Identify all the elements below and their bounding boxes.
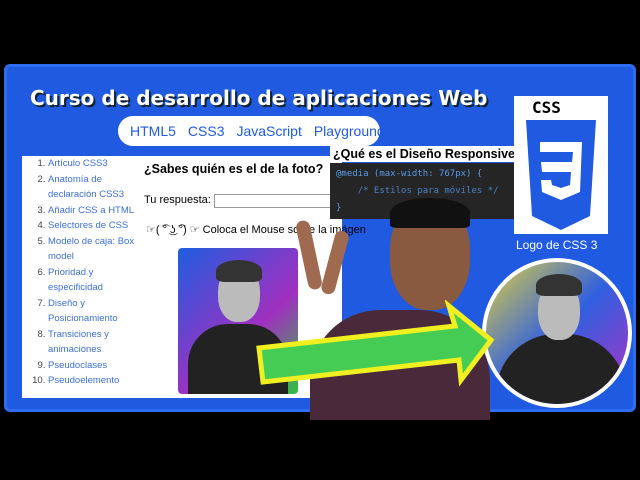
code-line: @media (max-width: 767px) { (336, 169, 483, 179)
arrow-icon (256, 300, 495, 387)
sidebar-link[interactable]: Artículo CSS3 (48, 158, 108, 169)
logo-caption: Logo de CSS 3 (516, 238, 598, 252)
portrait-circle (482, 258, 632, 408)
sidebar-link[interactable]: Pseudoelemento (48, 375, 119, 386)
sidebar-link[interactable]: Añadir CSS a HTML (48, 205, 134, 216)
nav-html5[interactable]: HTML5 (130, 123, 176, 139)
answer-label: Tu respuesta: (144, 194, 211, 206)
page-title: Curso de desarrollo de aplicaciones Web (30, 86, 488, 110)
css3-shield-icon (526, 120, 596, 230)
sidebar-link[interactable]: Selectores de CSS (48, 220, 128, 231)
sidebar-link[interactable]: Prioridad y especificidad (48, 267, 103, 294)
sidebar-link[interactable]: Modelo de caja: Box model (48, 236, 134, 263)
sidebar: Artículo CSS3 Anatomía de declaración CS… (22, 156, 142, 398)
top-nav: HTML5 CSS3 JavaScript Playground (118, 116, 385, 146)
sidebar-link[interactable]: Diseño y Posicionamiento (48, 298, 118, 325)
question-heading: ¿Sabes quién es el de la foto? (144, 162, 324, 176)
responsive-title: ¿Qué es el Diseño Responsive? (330, 146, 532, 162)
nav-css3[interactable]: CSS3 (188, 123, 225, 139)
nav-javascript[interactable]: JavaScript (236, 123, 301, 139)
nav-playground[interactable]: Playground (314, 123, 385, 139)
sidebar-link[interactable]: Transiciones y animaciones (48, 329, 109, 356)
sidebar-link[interactable]: Pseudoclases (48, 360, 107, 371)
sidebar-link[interactable]: Anatomía de declaración CSS3 (48, 174, 124, 201)
logo-text: CSS (532, 98, 561, 117)
css3-logo: CSS Logo de CSS 3 (514, 96, 608, 260)
